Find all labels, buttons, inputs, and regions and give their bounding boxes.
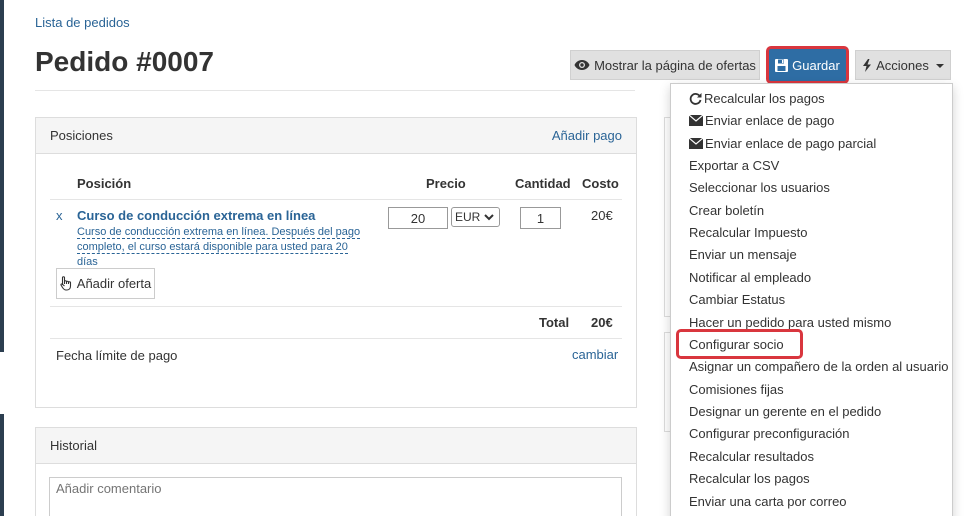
comment-input[interactable] [49,477,622,516]
column-header-cost: Costo [582,176,619,191]
due-date-label: Fecha límite de pago [56,348,178,363]
breadcrumb-orders-list[interactable]: Lista de pedidos [35,15,130,30]
menu-item-send-message[interactable]: Enviar un mensaje [689,247,797,262]
menu-item-change-status[interactable]: Cambiar Estatus [689,292,785,307]
menu-item-configure-partner[interactable]: Configurar socio [689,337,784,352]
save-label: Guardar [792,57,840,73]
quantity-input[interactable] [520,207,561,229]
change-due-date-link[interactable]: cambiar [572,347,618,362]
menu-item-assign-manager[interactable]: Designar un gerente en el pedido [689,404,881,419]
menu-item-label: Recalcular los pagos [704,91,825,106]
menu-item-export-csv[interactable]: Exportar a CSV [689,158,779,173]
total-divider [50,338,622,339]
show-offers-label: Mostrar la página de ofertas [594,57,756,73]
floppy-disk-icon [775,58,789,72]
title-divider [35,90,635,91]
positions-panel-title: Posiciones [50,128,113,143]
actions-dropdown-button[interactable]: Acciones [855,50,951,80]
remove-item-button[interactable]: x [56,208,63,223]
menu-item-configure-preset[interactable]: Configurar preconfiguración [689,426,849,441]
total-value: 20€ [591,315,613,330]
menu-item-create-newsletter[interactable]: Crear boletín [689,203,764,218]
envelope-icon [689,115,703,126]
column-header-position: Posición [77,176,132,191]
menu-item-recalculate-tax[interactable]: Recalcular Impuesto [689,225,808,240]
lightning-icon [863,58,872,72]
add-payment-link[interactable]: Añadir pago [552,128,622,143]
menu-item-recalculate-payments[interactable]: Recalcular los pagos [689,91,825,106]
items-divider [50,306,622,307]
show-offers-page-button[interactable]: Mostrar la página de ofertas [570,50,760,80]
menu-item-notify-employee[interactable]: Notificar al empleado [689,270,811,285]
menu-item-label: Enviar enlace de pago parcial [705,136,877,151]
product-description-text: Curso de conducción extrema en línea. De… [77,226,361,269]
chevron-down-icon [484,213,495,220]
menu-item-fixed-commissions[interactable]: Comisiones fijas [689,382,784,397]
total-label: Total [539,315,570,330]
item-cost: 20€ [591,208,613,223]
product-description[interactable]: Curso de conducción extrema en línea. De… [77,225,362,270]
left-nav-gap [0,352,4,414]
menu-item-label: Enviar enlace de pago [705,113,835,128]
currency-select[interactable]: EUR [451,207,500,227]
actions-label: Acciones [876,57,929,73]
eye-icon [574,60,590,70]
positions-panel-header: Posiciones Añadir pago [36,118,636,154]
refresh-icon [689,93,702,105]
history-panel-title: Historial [50,438,97,453]
menu-item-recalculate-results[interactable]: Recalcular resultados [689,449,814,464]
menu-item-recalculate-payments-2[interactable]: Recalcular los pagos [689,471,810,486]
add-offer-label: Añadir oferta [76,276,152,291]
chevron-down-icon [935,64,944,68]
hand-pointer-icon [60,276,71,291]
save-button[interactable]: Guardar [766,46,849,84]
product-name-link[interactable]: Curso de conducción extrema en línea [77,208,315,223]
history-panel-header: Historial [36,428,636,464]
menu-item-send-letter[interactable]: Enviar una carta por correo [689,494,847,509]
actions-dropdown-menu: Recalcular los pagos Enviar enlace de pa… [670,83,953,516]
header-divider [50,199,622,200]
menu-item-assign-order-partner[interactable]: Asignar un compañero de la orden al usua… [689,359,948,374]
column-header-price: Precio [426,176,466,191]
page-title: Pedido #0007 [35,46,214,77]
envelope-icon [689,138,703,149]
menu-item-send-payment-link[interactable]: Enviar enlace de pago [689,113,834,128]
add-offer-button[interactable]: Añadir oferta [56,268,155,299]
menu-item-send-partial-payment-link[interactable]: Enviar enlace de pago parcial [689,136,876,151]
price-input[interactable] [388,207,448,229]
menu-item-select-users[interactable]: Seleccionar los usuarios [689,180,830,195]
column-header-quantity: Cantidad [515,176,571,191]
currency-value: EUR [455,210,481,224]
left-nav-strip [0,0,4,516]
menu-item-order-for-self[interactable]: Hacer un pedido para usted mismo [689,315,891,330]
